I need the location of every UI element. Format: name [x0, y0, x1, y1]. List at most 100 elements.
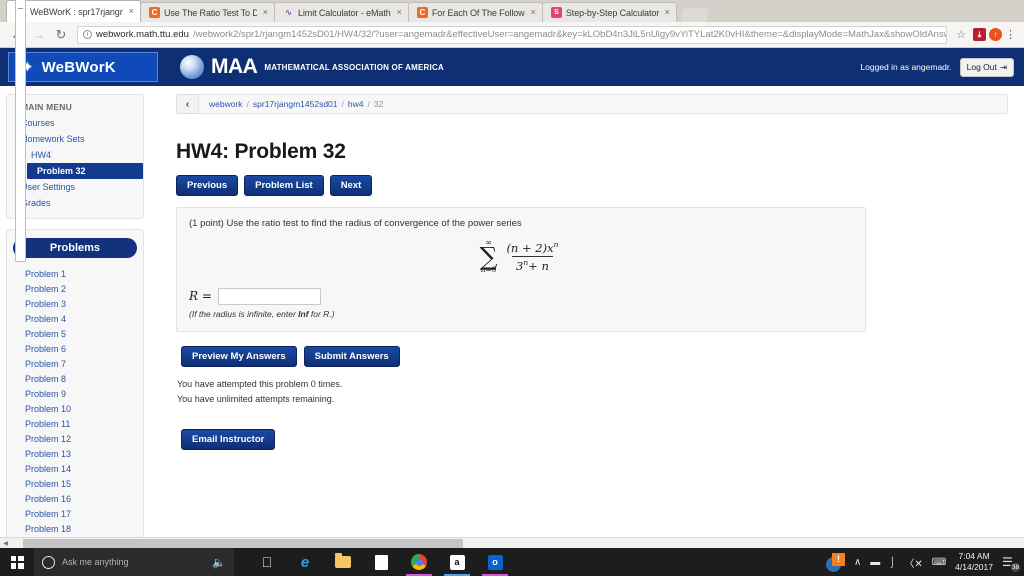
sidebar-item-user-settings[interactable]: User Settings: [7, 179, 143, 195]
problem-link-14[interactable]: Problem 14: [7, 461, 143, 476]
problem-link-2[interactable]: Problem 2: [7, 281, 143, 296]
browser-tab-3[interactable]: C For Each Of The Followin ×: [407, 2, 543, 22]
breadcrumb-item-webwork[interactable]: webwork: [209, 99, 243, 109]
problem-list-button[interactable]: Problem List: [244, 175, 324, 196]
page-body: MAIN MENU Courses Homework Sets HW4 Prob…: [0, 86, 1024, 548]
maa-logo: MAA MATHEMATICAL ASSOCIATION OF AMERICA: [180, 55, 444, 79]
sidebar-item-homework-sets[interactable]: Homework Sets: [7, 131, 143, 147]
microphone-icon[interactable]: 🔈: [212, 556, 226, 569]
address-bar[interactable]: i webwork.math.ttu.edu /webwork2/spr1/rj…: [77, 25, 948, 44]
downloader-extension-icon[interactable]: ↑: [989, 28, 1002, 41]
scroll-left-arrow-icon[interactable]: ◀: [0, 540, 11, 547]
action-center-icon[interactable]: ☰ 38: [1002, 555, 1021, 573]
cortana-search-box[interactable]: Ask me anything 🔈: [34, 548, 234, 576]
bookmark-star-icon[interactable]: ☆: [952, 28, 970, 41]
problem-nav-buttons: Previous Problem List Next: [176, 175, 1008, 196]
amazon-app-icon[interactable]: a: [438, 548, 476, 576]
chegg-c-icon: C: [416, 7, 428, 18]
adobe-pdf-extension-icon[interactable]: ⤓: [973, 28, 986, 41]
clock[interactable]: 7:04 AM 4/14/2017: [955, 551, 993, 573]
browser-tab-2[interactable]: ∿ Limit Calculator - eMath ×: [274, 2, 409, 22]
clock-date: 4/14/2017: [955, 562, 993, 572]
problem-link-12[interactable]: Problem 12: [7, 431, 143, 446]
problem-link-11[interactable]: Problem 11: [7, 416, 143, 431]
maa-sphere-icon: [180, 55, 204, 79]
problem-link-16[interactable]: Problem 16: [7, 491, 143, 506]
keyboard-icon[interactable]: ⌨: [932, 557, 946, 568]
preview-my-answers-button[interactable]: Preview My Answers: [181, 345, 297, 367]
radius-answer-input[interactable]: [217, 287, 321, 305]
summation-expression: ∞ ∑ n=0 (n + 2)xn 3n+ n: [480, 239, 563, 274]
problem-link-4[interactable]: Problem 4: [7, 311, 143, 326]
browser-tab-1[interactable]: C Use The Ratio Test To De ×: [140, 2, 275, 22]
problem-link-5[interactable]: Problem 5: [7, 326, 143, 341]
close-icon[interactable]: ×: [663, 8, 670, 17]
sidebar-item-grades[interactable]: Grades: [7, 195, 143, 211]
browser-tab-0[interactable]: WeBWorK : spr17rjangm ×: [6, 0, 141, 262]
breadcrumb-item-course[interactable]: spr17rjangm1452sd01: [253, 99, 338, 109]
problem-link-6[interactable]: Problem 6: [7, 341, 143, 356]
horizontal-scrollbar[interactable]: ◀: [0, 537, 1024, 548]
browser-menu-icon[interactable]: ⋮: [1002, 28, 1018, 41]
store-bag-icon: [374, 554, 388, 570]
problem-link-9[interactable]: Problem 9: [7, 386, 143, 401]
breadcrumb: ‹ webwork / spr17rjangm1452sd01 / hw4 / …: [176, 94, 1008, 114]
microsoft-store-icon[interactable]: [362, 548, 400, 576]
close-icon[interactable]: ×: [261, 8, 268, 17]
scrollbar-thumb[interactable]: [23, 538, 463, 548]
reload-icon[interactable]: ↻: [50, 24, 72, 46]
main-menu-panel: MAIN MENU Courses Homework Sets HW4 Prob…: [6, 94, 144, 219]
sidebar-item-problem-32[interactable]: Problem 32: [27, 163, 143, 179]
security-alert-icon[interactable]: !: [825, 552, 845, 572]
outlook-o-icon: o: [487, 554, 503, 570]
new-tab-button[interactable]: [680, 8, 710, 22]
sidebar-item-courses[interactable]: Courses: [7, 115, 143, 131]
chrome-browser-icon[interactable]: [400, 548, 438, 576]
wifi-icon[interactable]: ⌡: [889, 557, 895, 568]
problem-link-17[interactable]: Problem 17: [7, 506, 143, 521]
tab-title: WeBWorK : spr17rjangm: [30, 6, 123, 17]
close-icon[interactable]: ×: [127, 7, 134, 16]
previous-button[interactable]: Previous: [176, 175, 239, 196]
browser-tabstrip: WeBWorK : spr17rjangm × C Use The Ratio …: [0, 0, 1024, 262]
problem-link-7[interactable]: Problem 7: [7, 356, 143, 371]
file-explorer-icon[interactable]: [324, 548, 362, 576]
volume-muted-icon[interactable]: 〈✕: [904, 555, 922, 570]
show-hidden-icons-chevron-icon[interactable]: ∧: [854, 557, 861, 568]
breadcrumb-list: webwork / spr17rjangm1452sd01 / hw4 / 32: [198, 94, 1008, 114]
tab-title: Limit Calculator - eMath: [298, 7, 391, 18]
logged-in-label: Logged in as angemadr.: [860, 62, 952, 72]
notification-count-badge: 38: [1010, 561, 1021, 573]
close-icon[interactable]: ×: [529, 8, 536, 17]
next-button[interactable]: Next: [329, 175, 373, 196]
problem-link-18[interactable]: Problem 18: [7, 521, 143, 536]
forward-icon[interactable]: →: [28, 24, 50, 46]
problem-container: (1 point) Use the ratio test to find the…: [176, 207, 866, 332]
hint-prefix: (If the radius is infinite, enter: [189, 308, 299, 319]
browser-tab-4[interactable]: S Step-by-Step Calculator - ×: [541, 2, 677, 22]
battery-icon[interactable]: ▬: [870, 557, 880, 568]
breadcrumb-item-hw4[interactable]: hw4: [348, 99, 364, 109]
problem-link-8[interactable]: Problem 8: [7, 371, 143, 386]
webwork-logo[interactable]: ✦ WeBWorK: [8, 52, 158, 82]
problem-link-1[interactable]: Problem 1: [7, 266, 143, 281]
summation-lower-limit: n=0: [480, 265, 497, 275]
outlook-app-icon[interactable]: o: [476, 548, 514, 576]
site-info-icon[interactable]: i: [83, 30, 92, 39]
problem-link-10[interactable]: Problem 10: [7, 401, 143, 416]
back-button[interactable]: ‹: [176, 94, 198, 114]
task-view-icon[interactable]: ⎕: [248, 548, 286, 576]
problem-link-3[interactable]: Problem 3: [7, 296, 143, 311]
sigma-icon: ∑: [479, 242, 498, 271]
close-icon[interactable]: ×: [395, 8, 402, 17]
problems-panel: Problems Problem 1 Problem 2 Problem 3 P…: [6, 229, 144, 544]
start-button[interactable]: [0, 548, 34, 576]
problem-link-15[interactable]: Problem 15: [7, 476, 143, 491]
email-instructor-button[interactable]: Email Instructor: [181, 428, 276, 450]
numerator-exponent: n: [553, 240, 559, 250]
sidebar-item-hw4[interactable]: HW4: [7, 147, 143, 163]
submit-answers-button[interactable]: Submit Answers: [303, 345, 400, 367]
logout-button[interactable]: Log Out ⇥: [959, 57, 1014, 77]
problem-link-13[interactable]: Problem 13: [7, 446, 143, 461]
edge-browser-icon[interactable]: e: [286, 548, 324, 576]
